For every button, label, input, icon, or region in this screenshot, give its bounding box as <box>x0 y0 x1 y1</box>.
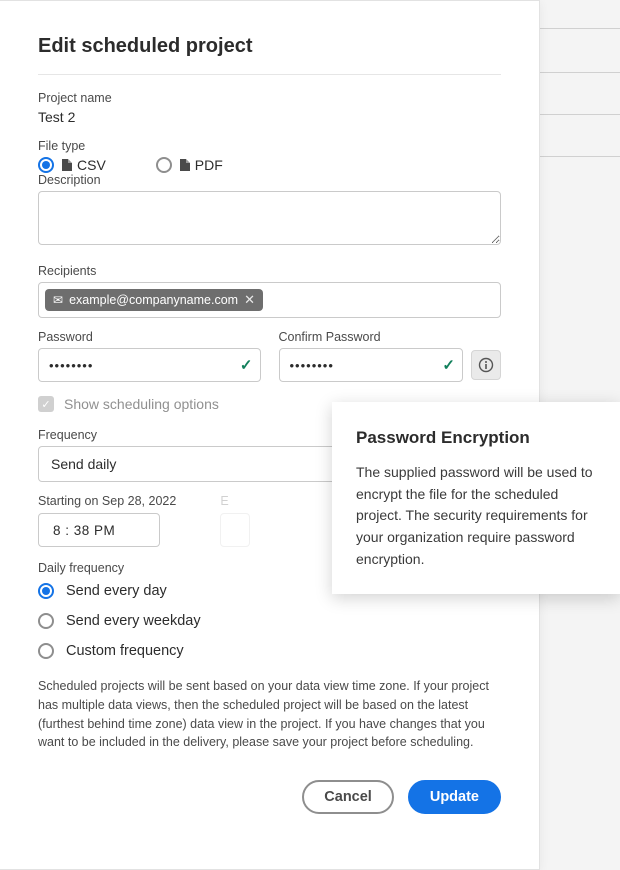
description-input[interactable] <box>38 191 501 245</box>
daily-option-weekday[interactable]: Send every weekday <box>38 613 501 629</box>
custom-label: Custom frequency <box>66 643 184 659</box>
ending-on-label: E <box>220 494 250 508</box>
file-type-pdf[interactable]: PDF <box>156 157 223 173</box>
divider <box>38 74 501 75</box>
weekday-label: Send every weekday <box>66 613 201 629</box>
file-icon <box>180 159 190 171</box>
ending-time-input[interactable] <box>220 513 250 547</box>
cancel-button[interactable]: Cancel <box>302 780 394 814</box>
file-icon <box>62 159 72 171</box>
daily-option-custom[interactable]: Custom frequency <box>38 643 501 659</box>
description-label: Description <box>38 173 501 187</box>
file-type-csv[interactable]: CSV <box>38 157 106 173</box>
project-name-value: Test 2 <box>38 109 501 125</box>
recipients-input[interactable]: ✉ example@companyname.com ✕ <box>38 282 501 318</box>
starting-on-label: Starting on Sep 28, 2022 <box>38 494 176 508</box>
confirm-password-input[interactable] <box>279 348 464 382</box>
check-icon: ✓ <box>442 356 455 374</box>
show-scheduling-label: Show scheduling options <box>64 396 219 412</box>
dialog-actions: Cancel Update <box>38 780 501 814</box>
radio-pdf[interactable] <box>156 157 172 173</box>
background-rows <box>540 0 620 200</box>
timezone-note: Scheduled projects will be sent based on… <box>38 677 501 752</box>
recipient-chip[interactable]: ✉ example@companyname.com ✕ <box>45 289 263 311</box>
password-label: Password <box>38 330 261 344</box>
file-type-group: CSV PDF <box>38 157 501 173</box>
recipient-email: example@companyname.com <box>69 293 238 307</box>
check-icon: ✓ <box>240 356 253 374</box>
pdf-label: PDF <box>195 157 223 173</box>
tooltip-body: The supplied password will be used to en… <box>356 462 596 570</box>
recipients-label: Recipients <box>38 264 501 278</box>
envelope-icon: ✉ <box>53 293 63 307</box>
radio-weekday[interactable] <box>38 613 54 629</box>
csv-label: CSV <box>77 157 106 173</box>
starting-time-input[interactable]: 8 : 38 PM <box>38 513 160 547</box>
info-icon <box>478 357 494 373</box>
radio-everyday[interactable] <box>38 583 54 599</box>
password-input[interactable] <box>38 348 261 382</box>
password-encryption-tooltip: Password Encryption The supplied passwor… <box>332 402 620 594</box>
project-name-label: Project name <box>38 91 501 105</box>
password-info-button[interactable] <box>471 350 501 380</box>
everyday-label: Send every day <box>66 583 167 599</box>
frequency-value: Send daily <box>51 456 116 472</box>
remove-recipient-icon[interactable]: ✕ <box>244 292 255 308</box>
update-button[interactable]: Update <box>408 780 501 814</box>
dialog-title: Edit scheduled project <box>38 35 501 58</box>
confirm-password-label: Confirm Password <box>279 330 502 344</box>
file-type-label: File type <box>38 139 501 153</box>
radio-custom[interactable] <box>38 643 54 659</box>
tooltip-title: Password Encryption <box>356 428 596 448</box>
radio-csv[interactable] <box>38 157 54 173</box>
checkbox-icon: ✓ <box>38 396 54 412</box>
starting-time-value: 8 : 38 PM <box>53 523 115 538</box>
